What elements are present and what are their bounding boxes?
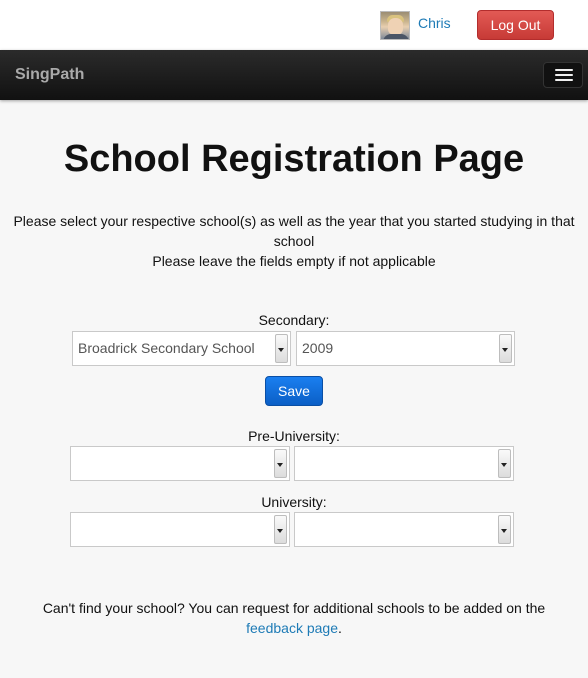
secondary-school-select[interactable]: Broadrick Secondary School: [72, 331, 291, 366]
top-bar: Chris Log Out: [0, 0, 588, 50]
chevron-down-icon: [275, 334, 288, 363]
menu-toggle-button[interactable]: [543, 62, 583, 88]
university-school-select[interactable]: [70, 512, 290, 547]
logout-button[interactable]: Log Out: [477, 10, 554, 40]
footer-text: Can't find your school? You can request …: [42, 600, 546, 616]
secondary-label: Secondary:: [258, 312, 330, 328]
secondary-school-value: Broadrick Secondary School: [78, 340, 255, 356]
chevron-down-icon: [498, 449, 511, 478]
navbar: SingPath: [0, 50, 588, 100]
chevron-down-icon: [274, 449, 287, 478]
instruction-line-2: Please leave the fields empty if not app…: [152, 253, 436, 269]
university-label: University:: [261, 494, 327, 510]
footer-period: .: [337, 620, 342, 636]
page-title: School Registration Page: [63, 138, 525, 180]
brand-link[interactable]: SingPath: [15, 66, 84, 84]
chevron-down-icon: [499, 334, 512, 363]
chevron-down-icon: [274, 515, 287, 544]
secondary-year-select[interactable]: 2009: [296, 331, 515, 366]
user-avatar[interactable]: [380, 11, 410, 40]
feedback-link[interactable]: feedback page: [246, 620, 338, 636]
pre-university-school-select[interactable]: [70, 446, 290, 481]
username-link[interactable]: Chris: [418, 15, 451, 31]
instruction-line-1: Please select your respective school(s) …: [13, 213, 575, 249]
avatar-face: [388, 18, 403, 35]
instructions: Please select your respective school(s) …: [10, 211, 578, 271]
university-year-select[interactable]: [294, 512, 514, 547]
secondary-year-value: 2009: [302, 340, 334, 356]
footer-note: Can't find your school? You can request …: [10, 598, 578, 638]
save-button[interactable]: Save: [265, 376, 323, 406]
avatar-shirt: [383, 34, 409, 39]
chevron-down-icon: [498, 515, 511, 544]
pre-university-year-select[interactable]: [294, 446, 514, 481]
pre-university-label: Pre-University:: [248, 428, 340, 444]
